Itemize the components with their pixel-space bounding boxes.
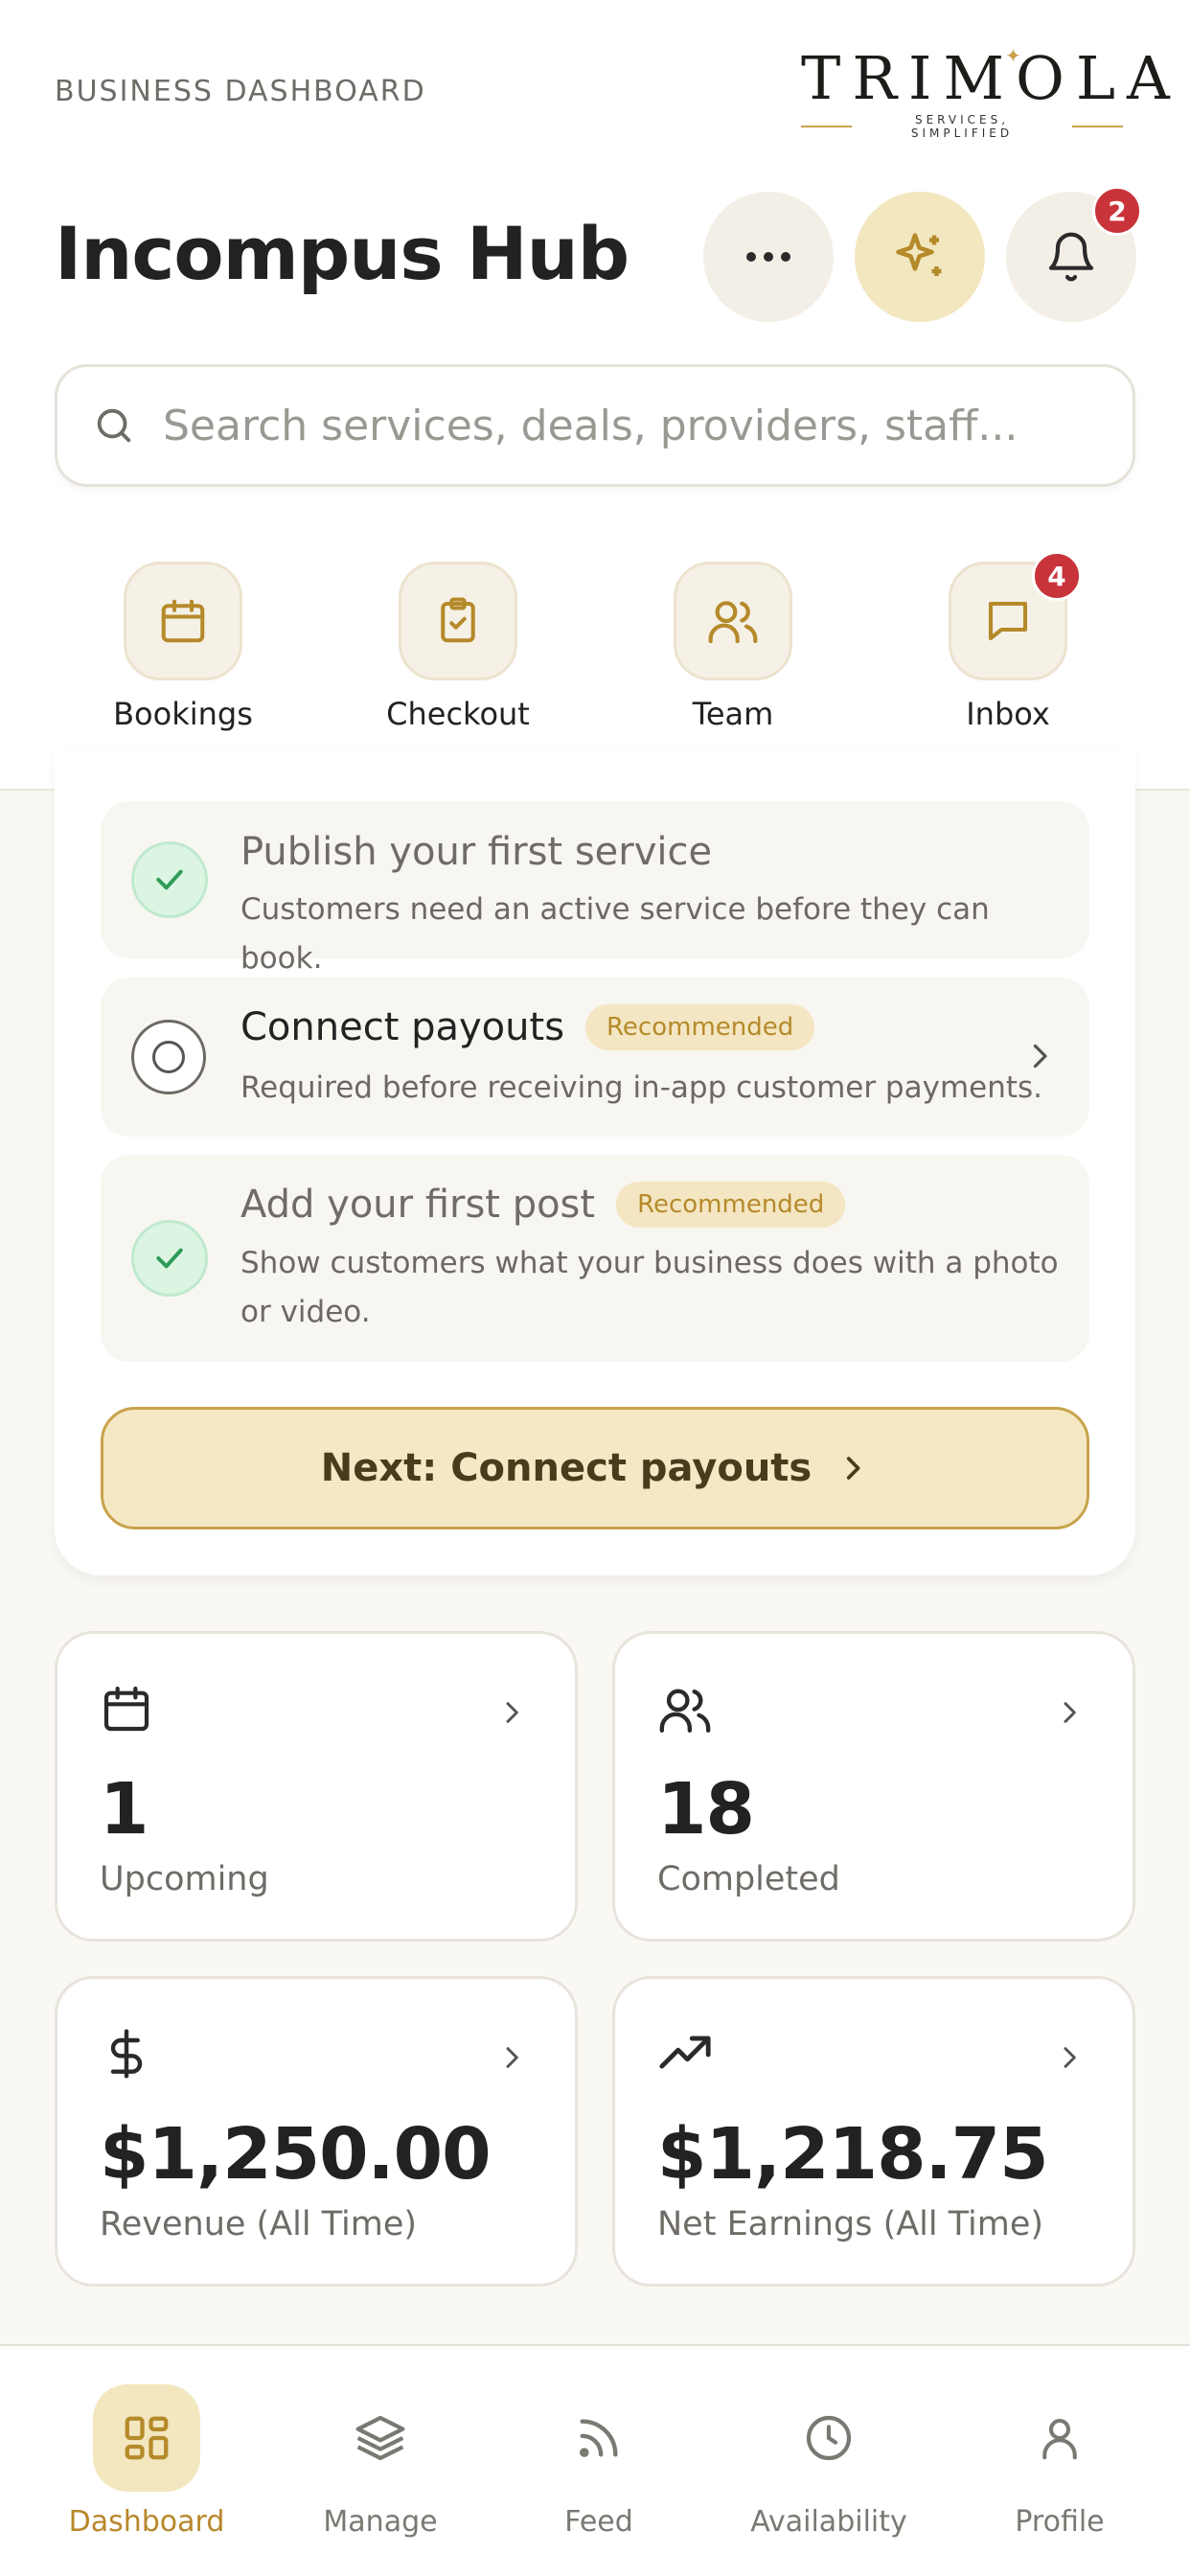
- chevron-right-icon: [847, 1457, 860, 1480]
- next-step-label: Next: Connect payouts: [320, 1446, 812, 1490]
- checklist-item-title: Publish your first service: [240, 830, 713, 874]
- page-title: Incompus Hub: [55, 211, 629, 296]
- check-icon: [156, 1248, 183, 1269]
- checklist-item-title: Add your first post: [240, 1183, 596, 1227]
- brand-logo: ✦ TRIMOLA SERVICES, SIMPLIFIED: [801, 43, 1181, 140]
- tab-dashboard[interactable]: Dashboard: [41, 2384, 252, 2539]
- bottom-tab-bar: Dashboard Manage Feed Availability Profi…: [0, 2344, 1190, 2576]
- dollar-icon: [110, 2029, 143, 2079]
- stat-label: Net Earnings (All Time): [657, 2205, 1044, 2243]
- tab-label: Feed: [564, 2505, 633, 2539]
- check-icon: [156, 869, 183, 890]
- checklist-item-description: Show customers what your business does w…: [240, 1246, 1059, 1329]
- chevron-right-icon: [506, 2047, 518, 2068]
- stat-card-net-earnings[interactable]: $1,218.75 Net Earnings (All Time): [612, 1976, 1135, 2287]
- stat-value: $1,250.00: [100, 2113, 492, 2196]
- tab-manage[interactable]: Manage: [275, 2384, 486, 2539]
- quick-action-label: Inbox: [966, 696, 1050, 732]
- clipboard-check-icon: [441, 597, 475, 643]
- quick-action-label: Checkout: [386, 696, 530, 732]
- ai-assistant-button[interactable]: [855, 192, 985, 322]
- logo-wordmark: TRIMOLA: [801, 43, 1181, 113]
- checklist-item-connect-payouts[interactable]: Connect payouts Recommended Required bef…: [101, 978, 1089, 1137]
- users-icon: [708, 601, 758, 644]
- layers-icon: [355, 2415, 405, 2461]
- quick-action-team[interactable]: Team: [613, 562, 853, 732]
- stat-value: $1,218.75: [657, 2113, 1049, 2196]
- inbox-count-badge: 4: [1032, 551, 1082, 601]
- logo-sparkle-icon: ✦: [1005, 44, 1021, 67]
- search-icon: [97, 408, 131, 443]
- logo-tagline-text: SERVICES, SIMPLIFIED: [910, 113, 1014, 140]
- clock-icon: [806, 2415, 852, 2461]
- sparkles-icon: [896, 233, 942, 276]
- recommended-badge: Recommended: [616, 1182, 846, 1228]
- quick-action-checkout[interactable]: Checkout: [338, 562, 578, 732]
- chevron-right-icon: [1064, 2047, 1076, 2068]
- stat-card-revenue[interactable]: $1,250.00 Revenue (All Time): [55, 1976, 578, 2287]
- tab-feed[interactable]: Feed: [493, 2384, 704, 2539]
- stat-card-completed[interactable]: 18 Completed: [612, 1631, 1135, 1942]
- tab-availability[interactable]: Availability: [723, 2384, 934, 2539]
- trending-up-icon: [659, 2036, 711, 2069]
- tab-label: Profile: [1015, 2505, 1105, 2539]
- check-complete: [131, 1220, 208, 1297]
- quick-action-label: Bookings: [113, 696, 253, 732]
- message-icon: [988, 601, 1028, 641]
- check-incomplete: [131, 1020, 206, 1094]
- stat-value: 1: [100, 1768, 149, 1851]
- stat-value: 18: [657, 1768, 755, 1851]
- quick-action-bookings[interactable]: Bookings: [63, 562, 303, 732]
- checklist-item-add-post[interactable]: Add your first post Recommended Show cus…: [101, 1155, 1089, 1362]
- user-icon: [1042, 2418, 1077, 2460]
- calendar-icon: [161, 599, 205, 643]
- tab-label: Availability: [750, 2505, 907, 2539]
- header-area: BUSINESS DASHBOARD ✦ TRIMOLA SERVICES, S…: [0, 0, 1190, 791]
- quick-action-inbox[interactable]: 4 Inbox: [888, 551, 1128, 732]
- check-complete: [131, 841, 208, 918]
- eyebrow-label: BUSINESS DASHBOARD: [55, 75, 426, 108]
- chevron-right-icon: [1033, 1044, 1047, 1069]
- users-icon: [659, 1689, 711, 1733]
- chevron-right-icon: [506, 1702, 518, 1723]
- checklist-item-title: Connect payouts: [240, 1005, 565, 1049]
- quick-action-label: Team: [692, 696, 774, 732]
- tab-label: Dashboard: [68, 2505, 225, 2539]
- next-step-button[interactable]: Next: Connect payouts: [101, 1407, 1089, 1530]
- notification-count-badge: 2: [1092, 186, 1142, 236]
- more-options-button[interactable]: [703, 192, 834, 322]
- search-input[interactable]: [163, 401, 1102, 450]
- logo-tagline: SERVICES, SIMPLIFIED: [801, 113, 1123, 140]
- checklist-item-publish-service[interactable]: Publish your first service Customers nee…: [101, 801, 1089, 976]
- grid-icon: [125, 2416, 169, 2460]
- checklist-item-description: Required before receiving in-app custome…: [240, 1070, 1043, 1105]
- checklist-item-description: Customers need an active service before …: [240, 892, 990, 976]
- rss-icon: [580, 2419, 618, 2457]
- tab-label: Manage: [323, 2505, 438, 2539]
- more-horizontal-icon: [746, 252, 790, 262]
- chevron-right-icon: [1064, 1702, 1076, 1723]
- stat-label: Upcoming: [100, 1860, 269, 1898]
- stat-label: Completed: [657, 1860, 840, 1898]
- bell-icon: [1048, 232, 1094, 282]
- stat-card-upcoming[interactable]: 1 Upcoming: [55, 1631, 578, 1942]
- stat-label: Revenue (All Time): [100, 2205, 418, 2243]
- search-bar[interactable]: [55, 364, 1135, 487]
- tab-profile[interactable]: Profile: [954, 2384, 1165, 2539]
- recommended-badge: Recommended: [585, 1004, 815, 1050]
- calendar-icon: [103, 1686, 149, 1732]
